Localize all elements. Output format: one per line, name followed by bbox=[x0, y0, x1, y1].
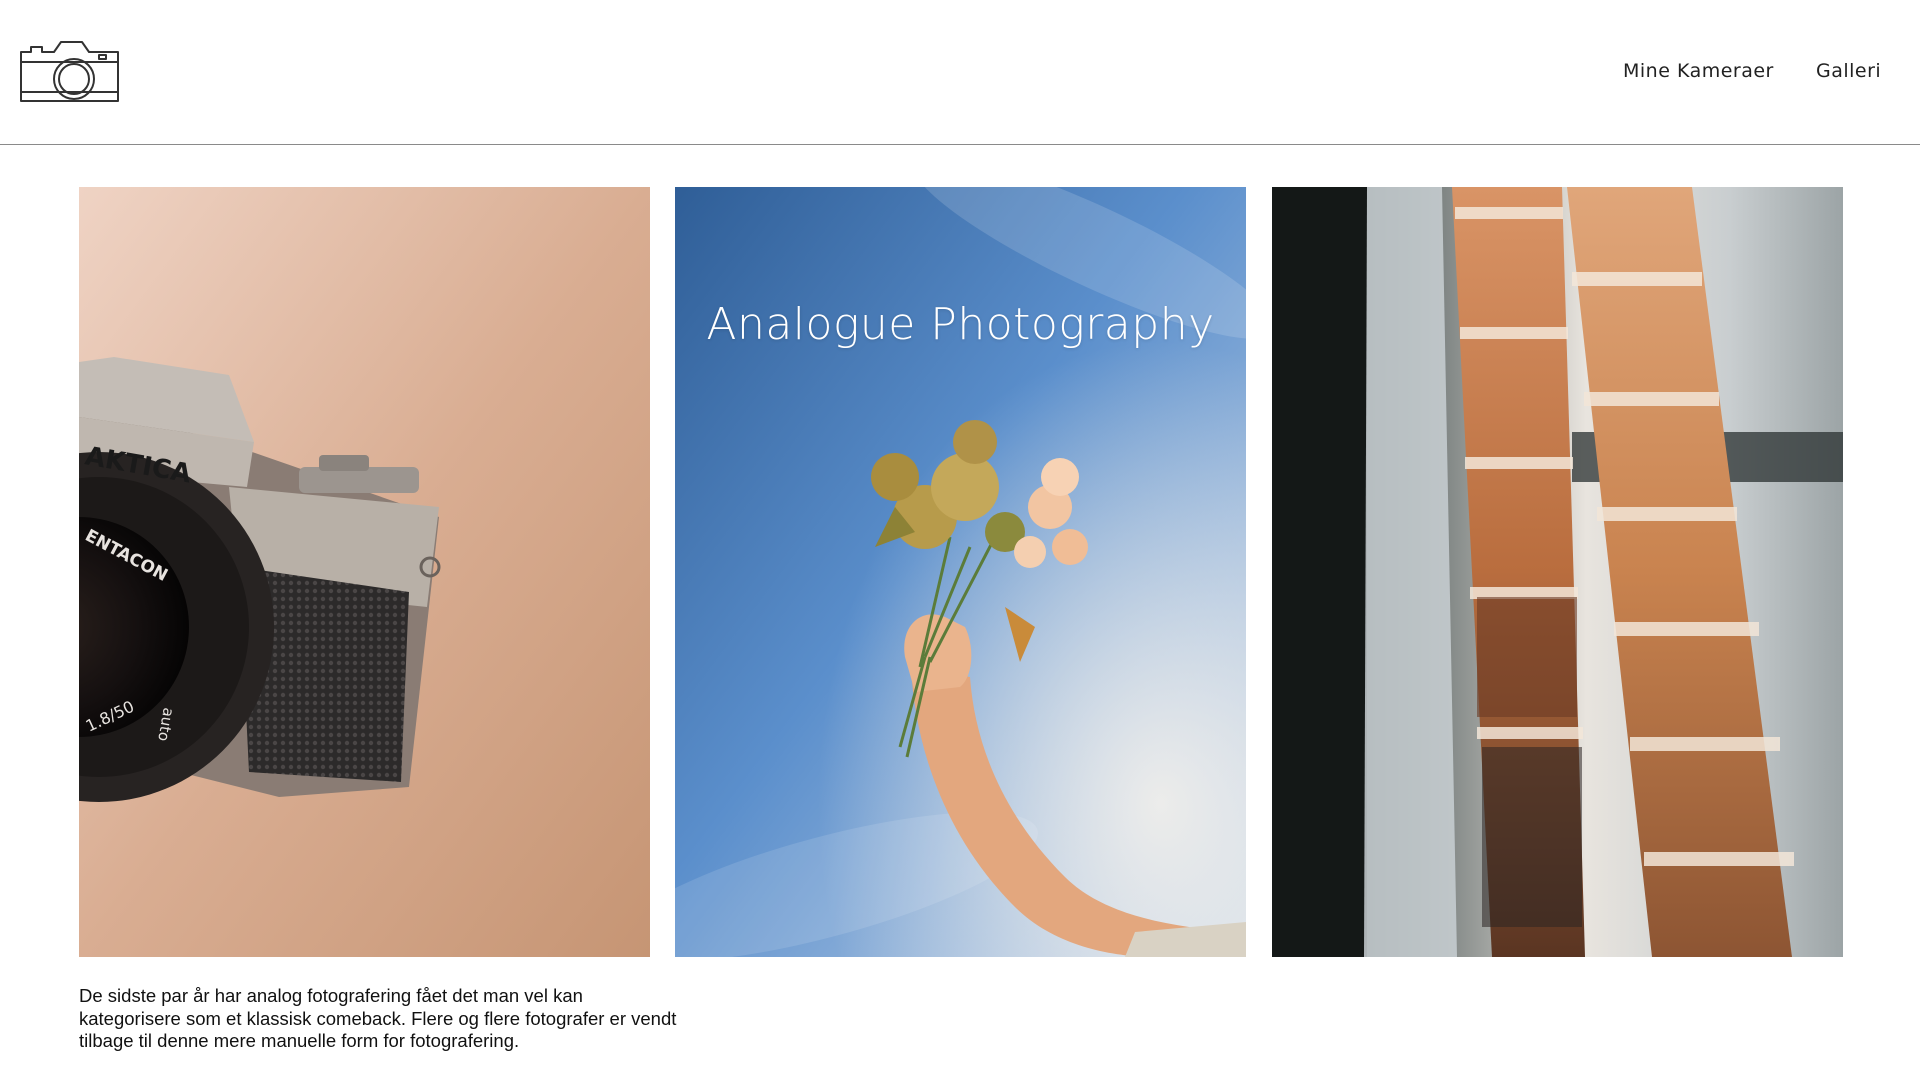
gallery-image-flowers: Analogue Photography bbox=[675, 187, 1246, 957]
camera-logo-icon[interactable] bbox=[19, 39, 120, 105]
nav-link-galleri[interactable]: Galleri bbox=[1816, 60, 1881, 82]
hero-title: Analogue Photography bbox=[706, 299, 1215, 350]
nav-link-mine-kameraer[interactable]: Mine Kameraer bbox=[1623, 60, 1774, 82]
gallery-image-film-strips bbox=[1272, 187, 1843, 957]
gallery-image-camera: AKTICA ENTACON auto 1.8/50 bbox=[79, 187, 650, 957]
intro-paragraph: De sidste par år har analog fotograferin… bbox=[79, 985, 677, 1051]
site-header: Mine Kameraer Galleri bbox=[0, 0, 1920, 145]
page: Mine Kameraer Galleri AKTICA ENTACON aut… bbox=[0, 0, 1920, 1080]
